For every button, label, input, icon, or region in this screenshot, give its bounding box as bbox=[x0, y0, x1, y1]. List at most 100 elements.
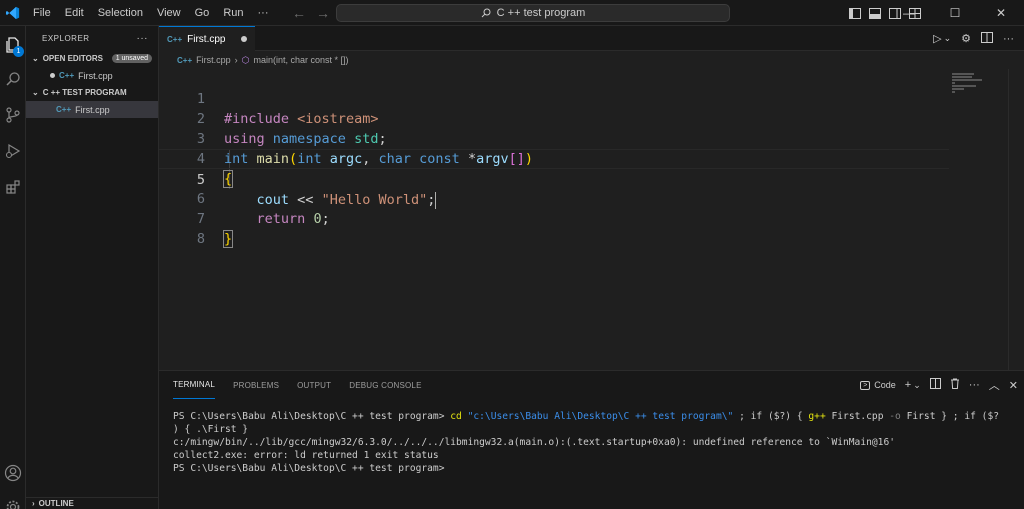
code-line: 6 return 0; bbox=[159, 169, 949, 227]
open-editor-item[interactable]: C++ First.cpp bbox=[26, 67, 158, 84]
command-center[interactable]: C ++ test program bbox=[336, 4, 730, 22]
code-line: 3 int main(int argc, char const *argv[]) bbox=[159, 109, 949, 167]
menu-run[interactable]: Run bbox=[216, 0, 250, 26]
unsaved-dot-icon[interactable] bbox=[241, 36, 247, 42]
close-icon[interactable]: ✕ bbox=[978, 0, 1024, 26]
panel-actions: > Code + ⌄ ··· ︿ ✕ bbox=[860, 371, 1018, 399]
menu-go[interactable]: Go bbox=[188, 0, 217, 26]
split-terminal-icon[interactable] bbox=[929, 378, 941, 392]
gear-icon[interactable] bbox=[0, 492, 26, 509]
bottom-panel: TERMINAL PROBLEMS OUTPUT DEBUG CONSOLE >… bbox=[159, 370, 1024, 509]
tab-output[interactable]: OUTPUT bbox=[297, 371, 331, 399]
unsaved-count-badge: 1 unsaved bbox=[111, 54, 152, 63]
nav-arrows: ← → bbox=[292, 0, 330, 26]
more-actions-icon[interactable]: ··· bbox=[1003, 33, 1014, 45]
open-editors-section[interactable]: ⌄ OPEN EDITORS 1 unsaved bbox=[26, 50, 158, 67]
cpp-file-icon: C++ bbox=[56, 105, 72, 114]
toggle-panel-icon[interactable] bbox=[868, 6, 882, 20]
split-editor-icon[interactable] bbox=[981, 31, 993, 46]
code-line: 1 #include <iostream> bbox=[159, 69, 949, 127]
new-terminal-icon[interactable]: + bbox=[905, 379, 911, 391]
breadcrumb: C++ First.cpp › ⬡ main(int, char const *… bbox=[159, 51, 1024, 69]
terminal-profile-label: Code bbox=[874, 380, 896, 390]
chevron-right-icon: › bbox=[234, 55, 238, 65]
minimap[interactable] bbox=[952, 69, 1002, 370]
forward-arrow-icon[interactable]: → bbox=[316, 5, 330, 21]
terminal-icon: > bbox=[860, 380, 871, 390]
menu-view[interactable]: View bbox=[150, 0, 188, 26]
extensions-icon[interactable] bbox=[0, 172, 26, 202]
file-item-first-cpp[interactable]: C++ First.cpp bbox=[26, 101, 158, 118]
file-item-label: First.cpp bbox=[75, 104, 110, 115]
window-controls: — ☐ ✕ bbox=[886, 0, 1024, 26]
menu-more[interactable]: ··· bbox=[251, 0, 276, 26]
chevron-right-icon: › bbox=[32, 499, 35, 508]
outline-label: OUTLINE bbox=[38, 499, 74, 508]
unsaved-dot-icon bbox=[50, 73, 55, 78]
code-line: 2 using namespace std; bbox=[159, 89, 949, 147]
unsaved-badge: 1 bbox=[13, 46, 24, 57]
menu-edit[interactable]: Edit bbox=[58, 0, 91, 26]
folder-label: C ++ TEST PROGRAM bbox=[42, 88, 127, 97]
cpp-file-icon: C++ bbox=[59, 71, 75, 80]
terminal-line: collect2.exe: error: ld returned 1 exit … bbox=[173, 450, 439, 461]
trash-icon[interactable] bbox=[950, 378, 960, 392]
editor-tabs: C++ First.cpp ▷ ⌄ ⚙ ··· bbox=[159, 26, 1024, 51]
code-editor[interactable]: 1 #include <iostream> 2 using namespace … bbox=[159, 69, 1024, 370]
code-line: 7 } bbox=[159, 189, 949, 248]
tab-debug-console[interactable]: DEBUG CONSOLE bbox=[349, 371, 421, 399]
source-control-icon[interactable] bbox=[0, 100, 26, 130]
explorer-icon[interactable]: 1 bbox=[0, 30, 26, 60]
activity-bar: 1 bbox=[0, 26, 26, 509]
menu-file[interactable]: File bbox=[26, 0, 58, 26]
open-editor-filename: First.cpp bbox=[78, 70, 113, 81]
close-panel-icon[interactable]: ✕ bbox=[1009, 379, 1018, 392]
terminal-line: ) { .\First } bbox=[173, 424, 249, 435]
menu-bar: File Edit Selection View Go Run ··· bbox=[26, 0, 276, 26]
terminal-line: PS C:\Users\Babu Ali\Desktop\C ++ test p… bbox=[173, 411, 1000, 422]
tab-label: First.cpp bbox=[187, 33, 226, 45]
minimize-icon[interactable]: — bbox=[886, 0, 932, 26]
vscode-logo-icon bbox=[0, 0, 26, 26]
explorer-title: EXPLORER bbox=[42, 33, 90, 43]
back-arrow-icon[interactable]: ← bbox=[292, 5, 306, 21]
gear-icon[interactable]: ⚙ bbox=[961, 32, 971, 45]
terminal-profile[interactable]: > Code bbox=[860, 380, 896, 390]
breadcrumb-file[interactable]: First.cpp bbox=[196, 55, 231, 65]
current-code-line: 5 cout << "Hello World"; bbox=[159, 149, 949, 209]
terminal-prompt: PS C:\Users\Babu Ali\Desktop\C ++ test p… bbox=[173, 463, 445, 474]
maximize-panel-icon[interactable]: ︿ bbox=[989, 377, 1000, 393]
tab-first-cpp[interactable]: C++ First.cpp bbox=[159, 26, 255, 51]
run-icon[interactable]: ▷ bbox=[933, 32, 941, 45]
cpp-file-icon: C++ bbox=[177, 55, 193, 65]
outline-section[interactable]: › OUTLINE bbox=[26, 497, 158, 509]
search-icon[interactable] bbox=[0, 64, 26, 94]
folder-section[interactable]: ⌄ C ++ TEST PROGRAM bbox=[26, 84, 158, 101]
account-icon[interactable] bbox=[0, 458, 26, 488]
command-center-text: C ++ test program bbox=[496, 7, 586, 19]
toggle-primary-sidebar-icon[interactable] bbox=[848, 6, 862, 20]
terminal-error-line: c:/mingw/bin/../lib/gcc/mingw32/6.3.0/..… bbox=[173, 437, 895, 448]
code-line: 8 bbox=[159, 209, 949, 247]
vertical-scrollbar[interactable] bbox=[1008, 69, 1022, 370]
maximize-icon[interactable]: ☐ bbox=[932, 0, 978, 26]
more-actions-icon[interactable]: ··· bbox=[969, 379, 980, 391]
breadcrumb-symbol[interactable]: main(int, char const * []) bbox=[254, 55, 349, 65]
chevron-down-icon[interactable]: ⌄ bbox=[913, 380, 921, 391]
chevron-down-icon[interactable]: ⌄ bbox=[944, 33, 952, 44]
terminal-output[interactable]: PS C:\Users\Babu Ali\Desktop\C ++ test p… bbox=[173, 410, 1018, 475]
explorer-sidebar: EXPLORER ··· ⌄ OPEN EDITORS 1 unsaved C+… bbox=[26, 26, 159, 509]
title-bar: File Edit Selection View Go Run ··· ← → … bbox=[0, 0, 1024, 26]
line-number: 8 bbox=[196, 231, 205, 247]
menu-selection[interactable]: Selection bbox=[91, 0, 150, 26]
function-symbol-icon: ⬡ bbox=[241, 54, 250, 65]
cpp-file-icon: C++ bbox=[167, 34, 183, 44]
explorer-header: EXPLORER ··· bbox=[26, 26, 158, 50]
tab-problems[interactable]: PROBLEMS bbox=[233, 371, 279, 399]
tab-terminal[interactable]: TERMINAL bbox=[173, 371, 216, 399]
code-line: 4 { bbox=[159, 129, 949, 188]
editor-actions: ▷ ⌄ ⚙ ··· bbox=[933, 26, 1014, 51]
chevron-down-icon: ⌄ bbox=[32, 54, 39, 63]
run-debug-icon[interactable] bbox=[0, 136, 26, 166]
more-actions-icon[interactable]: ··· bbox=[137, 33, 149, 44]
